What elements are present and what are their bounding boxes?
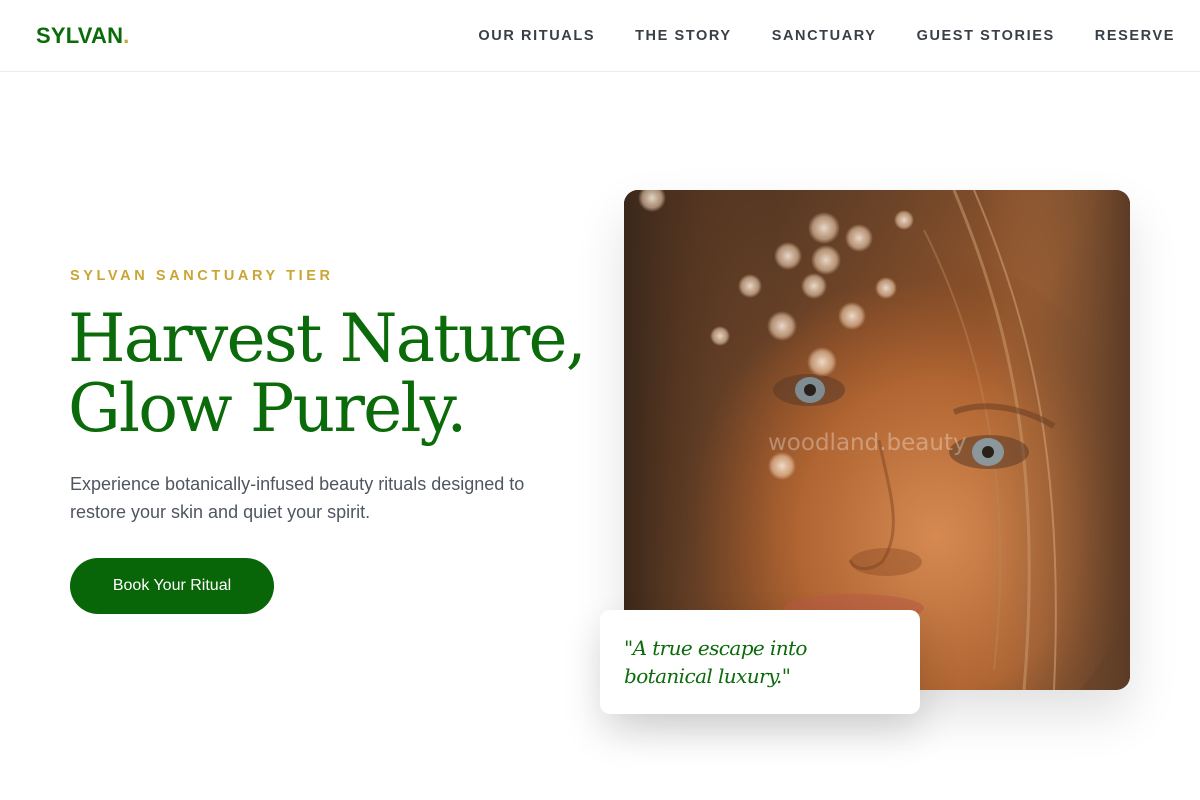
brand-logo[interactable]: SYLVAN.	[36, 22, 129, 50]
nav-item-our-rituals[interactable]: OUR RITUALS	[478, 26, 595, 46]
hero-headline: Harvest Nature, Glow Purely.	[68, 304, 608, 444]
testimonial-quote: "A true escape into botanical luxury."	[624, 636, 807, 688]
hero-headline-line-1: Harvest Nature,	[68, 300, 587, 377]
brand-name: SYLVAN	[36, 23, 124, 48]
main-nav: OUR RITUALS THE STORY SANCTUARY GUEST ST…	[478, 26, 1175, 46]
nav-item-the-story[interactable]: THE STORY	[635, 26, 732, 46]
site-header: SYLVAN. OUR RITUALS THE STORY SANCTUARY …	[0, 0, 1200, 72]
nav-item-guest-stories[interactable]: GUEST STORIES	[917, 26, 1055, 46]
hero-subtext: Experience botanically-infused beauty ri…	[70, 474, 525, 522]
book-ritual-button[interactable]: Book Your Ritual	[70, 558, 274, 614]
hero-eyebrow: SYLVAN SANCTUARY TIER	[70, 268, 334, 284]
nav-item-sanctuary[interactable]: SANCTUARY	[772, 26, 877, 46]
nav-item-reserve[interactable]: RESERVE	[1095, 26, 1175, 46]
hero-headline-line-2: Glow Purely.	[68, 370, 467, 447]
testimonial-card: "A true escape into botanical luxury."	[600, 610, 920, 714]
image-watermark: woodland.beauty	[768, 430, 967, 456]
brand-dot: .	[123, 23, 130, 48]
